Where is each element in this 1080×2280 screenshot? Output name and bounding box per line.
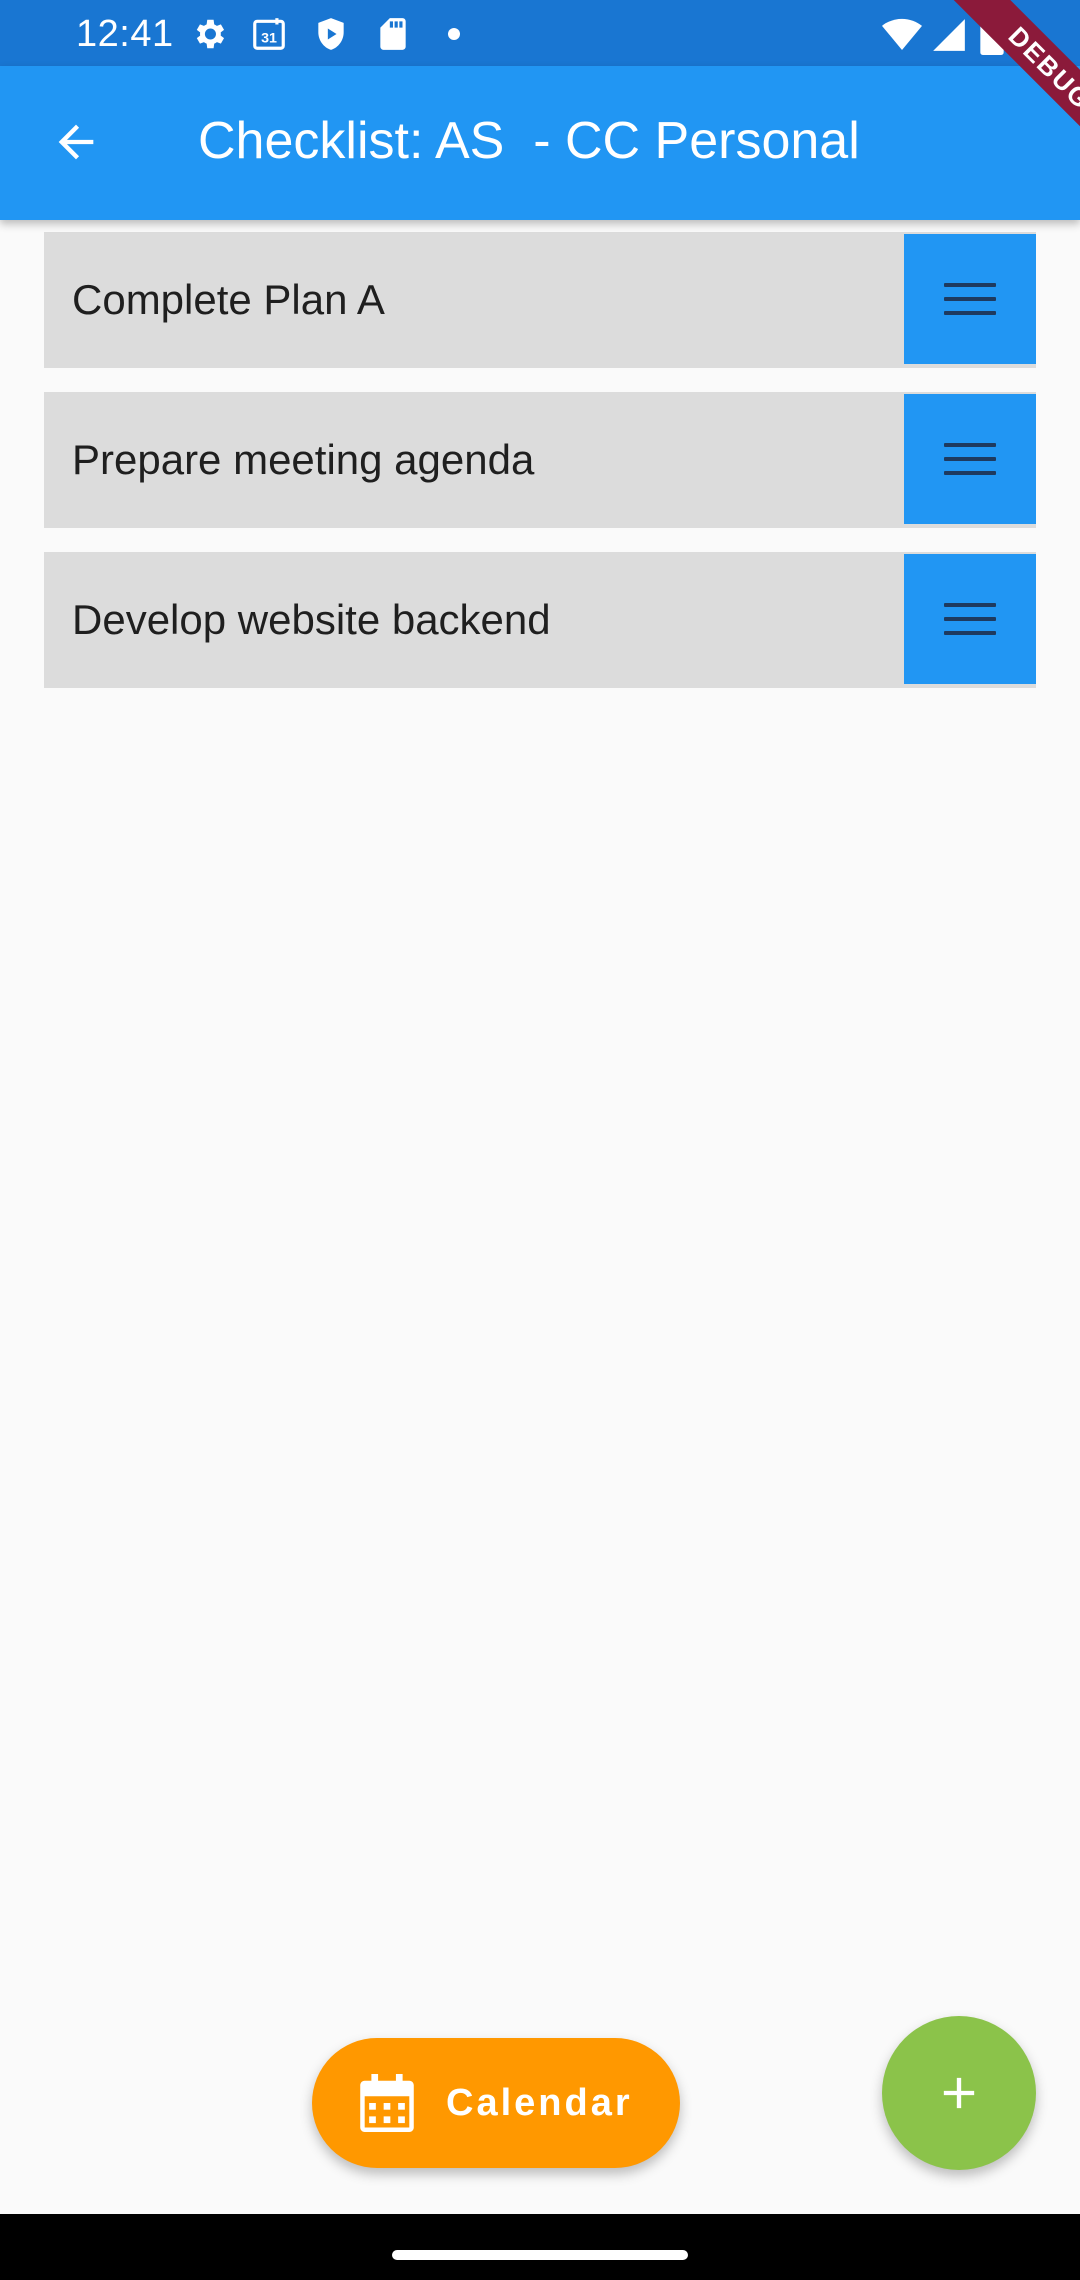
back-button[interactable] <box>36 102 116 182</box>
list-item[interactable]: Complete Plan A <box>44 232 1036 368</box>
drag-handle[interactable] <box>904 394 1036 524</box>
list-item-label: Develop website backend <box>72 596 551 643</box>
signal-icon <box>933 19 965 51</box>
gear-icon <box>196 19 225 49</box>
calendar-31-icon: 31 <box>253 18 285 50</box>
status-bar: 12:41 31 <box>0 0 1080 66</box>
checklist: Complete Plan A Prepare meeting agenda D… <box>44 232 1036 712</box>
battery-icon <box>980 15 1004 55</box>
app-bar: Checklist: AS - CC Personal <box>0 66 1080 220</box>
plus-icon <box>943 2077 975 2109</box>
drag-handle[interactable] <box>904 554 1036 684</box>
list-item[interactable]: Prepare meeting agenda <box>44 392 1036 528</box>
dot-icon <box>448 28 460 40</box>
list-item[interactable]: Develop website backend <box>44 552 1036 688</box>
shield-play-icon <box>318 18 344 50</box>
system-nav-bar <box>0 2214 1080 2280</box>
list-item-label: Prepare meeting agenda <box>72 436 535 483</box>
drag-handle-icon <box>944 281 996 317</box>
arrow-back-icon <box>58 124 94 160</box>
drag-handle-icon <box>944 601 996 637</box>
add-item-button[interactable] <box>882 2016 1036 2170</box>
drag-handle[interactable] <box>904 234 1036 364</box>
home-gesture-handle[interactable] <box>392 2250 688 2260</box>
sd-card-icon <box>380 18 406 50</box>
calendar-icon <box>360 2074 414 2132</box>
calendar-button[interactable]: Calendar <box>312 2038 680 2168</box>
drag-handle-icon <box>944 441 996 477</box>
calendar-badge-text: 31 <box>261 31 277 47</box>
wifi-icon <box>882 18 922 50</box>
status-time: 12:41 <box>76 13 174 55</box>
list-item-label: Complete Plan A <box>72 276 385 323</box>
calendar-button-label: Calendar <box>446 2082 633 2124</box>
page-title: Checklist: AS - CC Personal <box>198 112 860 170</box>
